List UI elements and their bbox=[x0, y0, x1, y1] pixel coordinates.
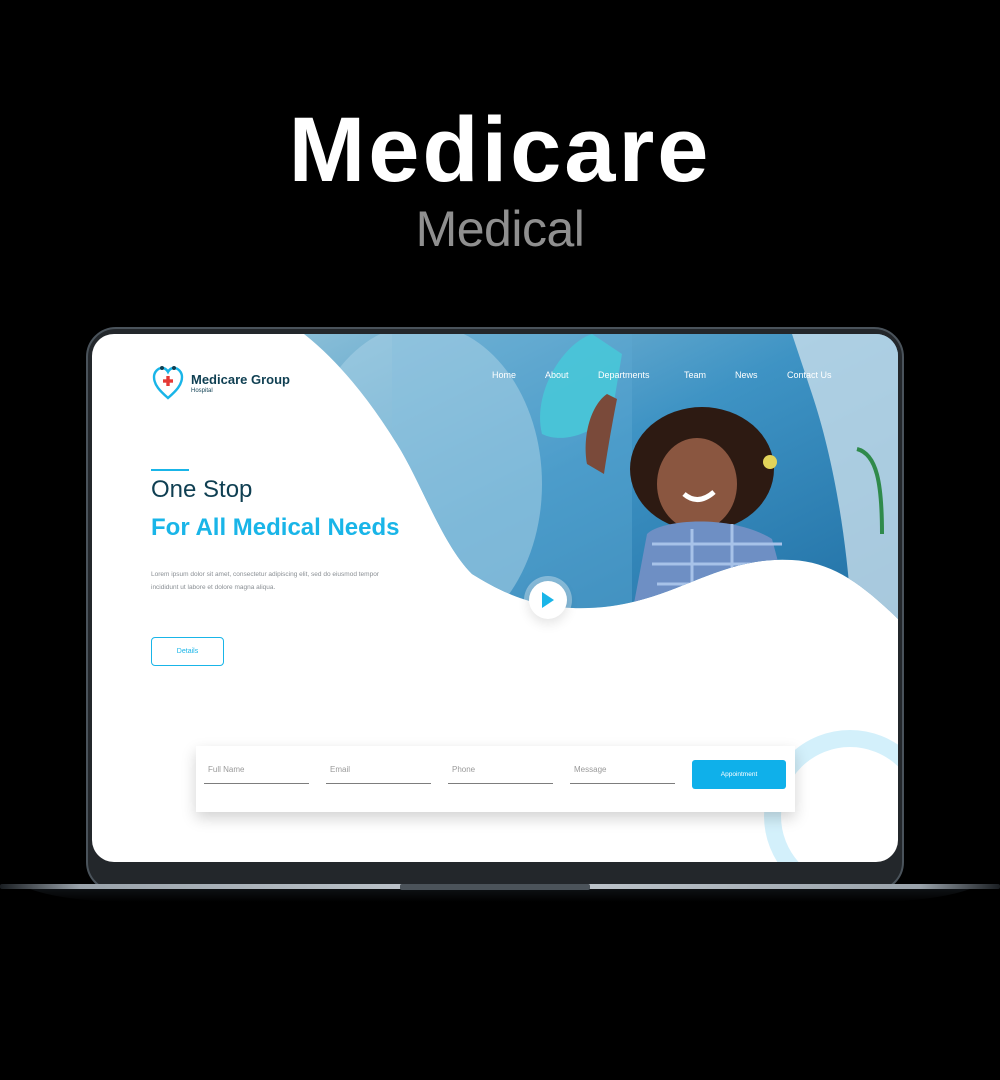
email-placeholder: Email bbox=[330, 765, 351, 774]
hero-title-line2: For All Medical Needs bbox=[151, 514, 400, 541]
nav-home[interactable]: Home bbox=[492, 370, 516, 380]
play-video-button[interactable] bbox=[524, 576, 572, 624]
nav-news[interactable]: News bbox=[735, 370, 758, 380]
nav-about[interactable]: About bbox=[545, 370, 569, 380]
hero-description-line2: incididunt ut labore et dolore magna ali… bbox=[151, 584, 276, 591]
phone-placeholder: Phone bbox=[452, 765, 476, 774]
hero-description: Lorem ipsum dolor sit amet, consectetur … bbox=[151, 568, 421, 594]
nav-team[interactable]: Team bbox=[684, 370, 706, 380]
website-screen: Medicare Group Hospital Home About Depar… bbox=[92, 334, 898, 862]
phone-field[interactable]: Phone bbox=[448, 764, 553, 784]
main-nav: Home About Departments Team News Contact… bbox=[92, 370, 898, 384]
page-title: Medicare bbox=[288, 99, 712, 201]
appointment-button[interactable]: Appointment bbox=[692, 760, 786, 789]
message-placeholder: Message bbox=[574, 765, 607, 774]
full-name-placeholder: Full Name bbox=[208, 765, 245, 774]
play-icon bbox=[542, 592, 554, 608]
details-button[interactable]: Details bbox=[151, 637, 224, 666]
appointment-form: Full Name Email Phone Message Appointmen… bbox=[196, 746, 795, 812]
accent-line bbox=[151, 469, 189, 471]
full-name-field[interactable]: Full Name bbox=[204, 764, 309, 784]
hero-description-line1: Lorem ipsum dolor sit amet, consectetur … bbox=[151, 571, 379, 578]
logo-tagline: Hospital bbox=[191, 387, 213, 394]
nav-contact-us[interactable]: Contact Us bbox=[787, 370, 832, 380]
laptop-base bbox=[0, 884, 1000, 902]
page-subtitle: Medical bbox=[415, 201, 585, 257]
message-field[interactable]: Message bbox=[570, 764, 675, 784]
nav-departments[interactable]: Departments bbox=[598, 370, 650, 380]
hero-title-line1: One Stop bbox=[151, 476, 253, 503]
email-field[interactable]: Email bbox=[326, 764, 431, 784]
play-button-inner bbox=[529, 581, 567, 619]
